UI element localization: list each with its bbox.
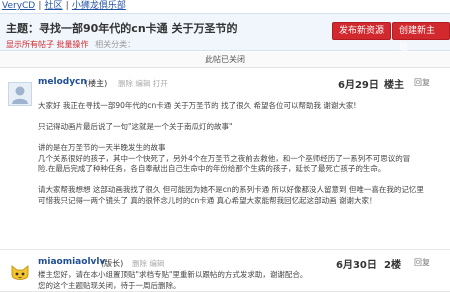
post-date: 6月30日 <box>336 260 377 271</box>
post-actions[interactable]: 删除 编辑 <box>132 258 164 269</box>
new-topic-button[interactable]: 创建新主题 <box>392 22 450 53</box>
post-role: (版长) <box>101 259 124 268</box>
breadcrumb: VeryCD | 社区 | 小狮龙俱乐部 <box>0 0 450 13</box>
post-line: 楼主您好，请在本小组置顶贴"求档专贴"里重新以跟帖的方式发求助，谢谢配合。 <box>38 270 308 279</box>
user-avatar-icon[interactable] <box>8 82 32 106</box>
post-line: 几个关系很好的孩子，其中一个快死了，另外4个在万圣节之夜前去救他，和一个巫师经历… <box>38 153 411 163</box>
post-actions[interactable]: 删除 编辑 打开 <box>118 78 168 89</box>
post-body: 大家好 我正在寻找一部90年代的cn卡通 关于万圣节的 找了很久 希望各位可以帮… <box>38 101 443 206</box>
topic-header: 主题：寻找一部90年代的cn卡通 关于万圣节的 显示所有帖子 批量操作 相关分类… <box>0 13 450 53</box>
batch-operations-link[interactable]: 批量操作 <box>57 40 89 49</box>
breadcrumb-section[interactable]: 社区 <box>45 1 63 11</box>
reply-button[interactable]: 回复 <box>414 257 430 268</box>
post-line: 可惜我只记得一两个镜头了 真的很怀念儿时的cn卡通 真心希望大家能帮我回忆起这部… <box>38 195 377 205</box>
post-line: 险.在最后完成了种种任务，各自奉献出自己生命中的年份给那个生病的孩子，延长了最死… <box>38 164 386 173</box>
post-floor: 楼主 <box>384 80 404 91</box>
post-meta: melodycn (楼主) 删除 编辑 打开 6月29日 楼主 回复 <box>38 68 450 92</box>
cat-avatar-icon[interactable] <box>8 262 32 286</box>
post-line: 讲的是在万圣节的一天半晚发生的故事 <box>38 143 166 152</box>
post-line: 您的这个主题贴现关闭，待于一周后删除。 <box>38 280 181 290</box>
reply-button[interactable]: 回复 <box>414 77 430 88</box>
post-line: 请大家帮我想想 这部动画我找了很久 但可能因为她不是cn的系列卡通 所以好像都没… <box>38 185 424 194</box>
post-item: miaomiaolvlv (版长) 删除 编辑 6月30日 2楼 回复 楼主您好… <box>0 250 450 292</box>
show-all-posts-link[interactable]: 显示所有帖子 <box>6 40 54 49</box>
closed-notice: 此帖已关闭 <box>0 52 450 68</box>
breadcrumb-group[interactable]: 小狮龙俱乐部 <box>72 1 126 11</box>
topic-title: 主题：寻找一部90年代的cn卡通 关于万圣节的 <box>6 22 238 35</box>
post-role: (楼主) <box>85 79 108 88</box>
post-line: 只记得动画片最后说了一句"这就是一个关于南瓜灯的故事" <box>38 122 233 131</box>
post-username[interactable]: melodycn <box>38 77 87 87</box>
post-line: 大家好 我正在寻找一部90年代的cn卡通 关于万圣节的 找了很久 希望各位可以帮… <box>38 101 357 110</box>
post-username[interactable]: miaomiaolvlv <box>38 257 105 267</box>
post-body: 楼主您好，请在本小组置顶贴"求档专贴"里重新以跟帖的方式发求助，谢谢配合。 您的… <box>38 270 443 291</box>
related-category: 相关分类： <box>95 40 136 49</box>
post-date: 6月29日 <box>338 80 379 91</box>
post-item: melodycn (楼主) 删除 编辑 打开 6月29日 楼主 回复 大家好 我… <box>0 68 450 250</box>
new-resource-button[interactable]: 发布新资源 <box>332 22 392 40</box>
post-floor: 2楼 <box>384 260 401 271</box>
topic-tools: 显示所有帖子 批量操作 相关分类： <box>6 39 135 50</box>
breadcrumb-site[interactable]: VeryCD <box>2 1 35 11</box>
